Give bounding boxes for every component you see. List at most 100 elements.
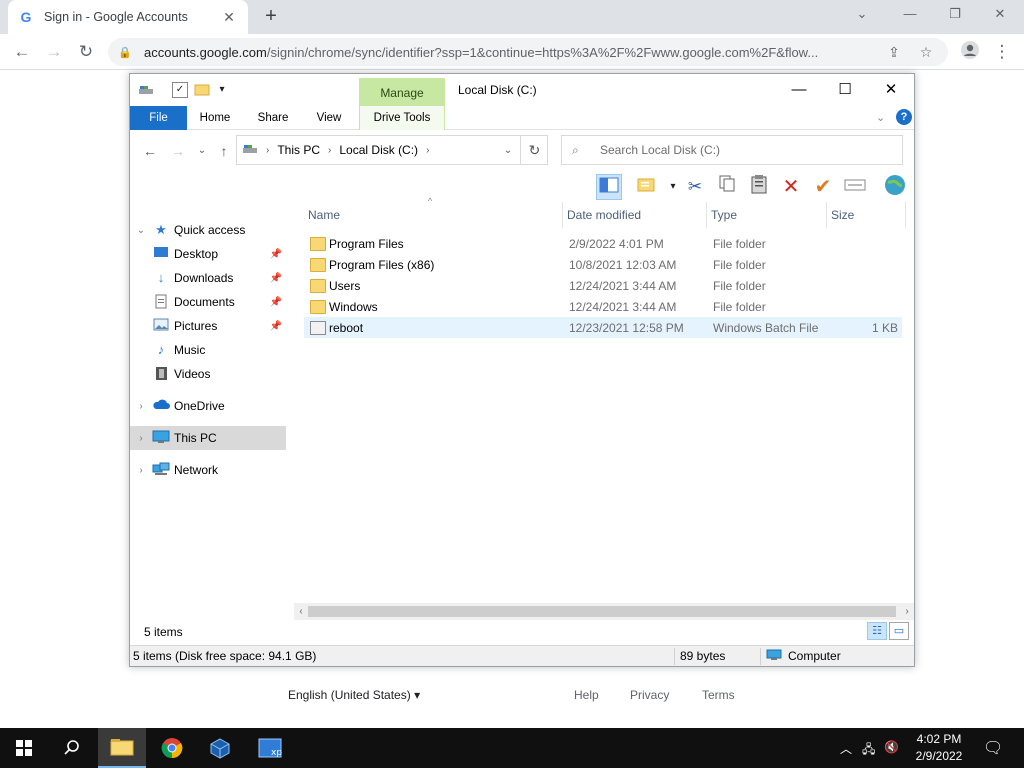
explorer-minimize-button[interactable]: — <box>776 78 822 102</box>
nav-pictures[interactable]: Pictures 📌 <box>130 314 286 338</box>
column-type[interactable]: Type <box>707 202 827 228</box>
column-date-modified[interactable]: Date modified <box>563 202 707 228</box>
language-selector[interactable]: English (United States) ▾ <box>288 688 420 702</box>
cut-scissors-icon[interactable]: ✂ <box>682 174 708 200</box>
volume-muted-icon[interactable]: 🔇 <box>884 740 899 754</box>
globe-icon[interactable] <box>882 174 908 200</box>
tab-search-icon[interactable]: ⌄ <box>842 3 882 25</box>
command-toolbar: ▾ ✂ ✕ ✔ <box>130 170 914 202</box>
expand-ribbon-icon[interactable]: ⌄ <box>876 108 885 128</box>
system-clock[interactable]: 4:02 PM 2/9/2022 <box>902 731 976 765</box>
file-row[interactable]: Windows 12/24/2021 3:44 AM File folder <box>304 296 902 317</box>
breadcrumb-this-pc[interactable]: This PC <box>272 143 325 157</box>
explorer-address-bar[interactable]: › This PC › Local Disk (C:) › ⌄ <box>236 135 548 165</box>
expand-chevron-right-icon[interactable]: › <box>130 401 152 412</box>
new-tab-button[interactable]: + <box>260 5 282 27</box>
nav-quick-access[interactable]: ⌄ ★ Quick access <box>130 218 286 242</box>
url-text[interactable]: accounts.google.com/signin/chrome/sync/i… <box>144 45 874 60</box>
new-folder-icon[interactable] <box>194 82 210 98</box>
address-dropdown-icon[interactable]: ⌄ <box>497 145 519 156</box>
paste-clipboard-icon[interactable] <box>746 174 772 200</box>
chrome-taskbar-icon[interactable] <box>148 728 196 768</box>
tray-chevron-up-icon[interactable]: ︿ <box>840 740 852 757</box>
checkmark-icon[interactable]: ✔ <box>810 174 836 200</box>
manage-context-tab[interactable]: Manage <box>359 78 445 106</box>
tab-share[interactable]: Share <box>250 106 296 130</box>
nav-onedrive[interactable]: › OneDrive <box>130 394 286 418</box>
breadcrumb-local-disk[interactable]: Local Disk (C:) <box>334 143 423 157</box>
explorer-forward-icon[interactable]: → <box>168 142 188 160</box>
refresh-icon[interactable]: ↻ <box>520 135 548 165</box>
nav-documents[interactable]: Documents 📌 <box>130 290 286 314</box>
breadcrumb-chevron-icon[interactable]: › <box>325 145 334 156</box>
file-row[interactable]: Users 12/24/2021 3:44 AM File folder <box>304 275 902 296</box>
column-size[interactable]: Size <box>827 202 906 228</box>
address-bar[interactable]: 🔒 accounts.google.com/signin/chrome/sync… <box>108 38 948 66</box>
back-arrow-icon[interactable]: ← <box>10 40 34 64</box>
scroll-left-icon[interactable]: ‹ <box>294 603 308 620</box>
tab-view[interactable]: View <box>306 106 352 130</box>
tab-file[interactable]: File <box>130 106 187 130</box>
minimize-button[interactable]: — <box>890 3 930 25</box>
explorer-search-box[interactable]: ⌕ Search Local Disk (C:) <box>561 135 903 165</box>
column-name[interactable]: Name <box>304 202 563 228</box>
explorer-maximize-button[interactable]: ☐ <box>822 78 868 102</box>
notifications-icon[interactable]: 🗨 <box>983 738 1003 758</box>
scrollbar-thumb[interactable] <box>308 606 896 617</box>
nav-desktop[interactable]: Desktop 📌 <box>130 242 286 266</box>
customize-qat-icon[interactable]: ▾ <box>214 82 230 98</box>
preview-pane-icon[interactable] <box>596 174 622 200</box>
restore-button[interactable]: ❐ <box>935 3 975 25</box>
privacy-link[interactable]: Privacy <box>630 688 669 702</box>
help-link[interactable]: Help <box>574 688 599 702</box>
new-item-icon[interactable] <box>634 174 660 200</box>
nav-videos[interactable]: Videos <box>130 362 286 386</box>
recent-locations-icon[interactable]: ⌄ <box>192 142 212 160</box>
forward-arrow-icon[interactable]: → <box>42 40 66 64</box>
menu-kebab-icon[interactable]: ⋮ <box>990 40 1014 64</box>
explorer-back-icon[interactable]: ← <box>140 142 160 160</box>
file-row-selected[interactable]: reboot 12/23/2021 12:58 PM Windows Batch… <box>304 317 902 338</box>
help-icon[interactable]: ? <box>896 109 912 125</box>
nav-this-pc[interactable]: › This PC <box>130 426 286 450</box>
tab-close-icon[interactable]: ✕ <box>220 9 238 26</box>
start-windows-icon[interactable] <box>0 728 48 768</box>
terms-link[interactable]: Terms <box>702 688 735 702</box>
search-magnifier-icon[interactable] <box>48 728 96 768</box>
breadcrumb-chevron-icon[interactable]: › <box>263 145 272 156</box>
nav-network[interactable]: › Network <box>130 458 286 482</box>
explorer-close-button[interactable]: ✕ <box>868 78 914 102</box>
properties-icon[interactable]: ✓ <box>172 82 188 98</box>
bookmark-star-icon[interactable]: ☆ <box>914 44 938 61</box>
expand-chevron-right-icon[interactable]: › <box>130 433 152 444</box>
reload-icon[interactable]: ↻ <box>74 40 98 64</box>
breadcrumb-chevron-icon[interactable]: › <box>423 145 432 156</box>
file-explorer-taskbar-icon[interactable] <box>98 728 146 768</box>
rename-icon[interactable] <box>842 174 868 200</box>
expand-chevron-down-icon[interactable]: ⌄ <box>130 225 152 236</box>
xp-mode-icon[interactable]: xp <box>246 728 294 768</box>
profile-avatar-icon[interactable] <box>958 40 982 64</box>
file-row[interactable]: Program Files (x86) 10/8/2021 12:03 AM F… <box>304 254 902 275</box>
status-location: Computer <box>788 649 841 663</box>
nav-music[interactable]: ♪ Music <box>130 338 286 362</box>
virtualbox-cube-icon[interactable] <box>196 728 244 768</box>
file-row[interactable]: Program Files 2/9/2022 4:01 PM File fold… <box>304 233 902 254</box>
close-browser-button[interactable]: ✕ <box>980 3 1020 25</box>
lock-icon[interactable]: 🔒 <box>118 46 134 59</box>
network-tray-icon[interactable]: 🖧 <box>862 740 875 761</box>
large-icons-view-icon[interactable]: ▭ <box>889 622 909 640</box>
copy-icon[interactable] <box>714 174 740 200</box>
details-view-icon[interactable]: ☷ <box>867 622 887 640</box>
nav-downloads[interactable]: ↓ Downloads 📌 <box>130 266 286 290</box>
expand-chevron-right-icon[interactable]: › <box>130 465 152 476</box>
browser-tab[interactable]: G Sign in - Google Accounts ✕ <box>8 0 248 34</box>
up-arrow-icon[interactable]: ↑ <box>214 142 234 160</box>
horizontal-scrollbar[interactable]: ‹ › <box>294 603 914 620</box>
scroll-right-icon[interactable]: › <box>900 603 914 620</box>
tab-drive-tools[interactable]: Drive Tools <box>359 106 445 130</box>
share-icon[interactable]: ⇪ <box>882 44 906 61</box>
drive-icon[interactable] <box>138 82 154 98</box>
tab-home[interactable]: Home <box>192 106 238 130</box>
delete-x-icon[interactable]: ✕ <box>778 174 804 200</box>
